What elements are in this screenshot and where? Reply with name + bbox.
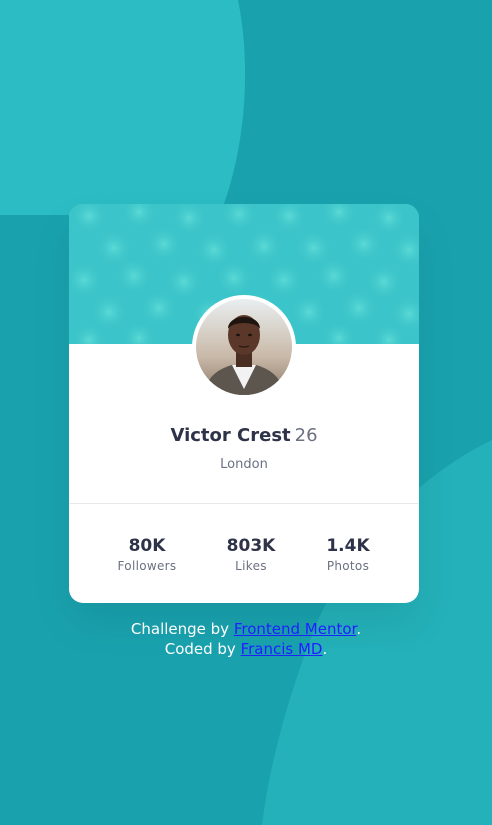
attribution-challenge-suffix: . [356,620,362,638]
attribution-coded-suffix: . [322,640,328,658]
profile-age: 26 [294,425,318,446]
stat-value: 1.4K [326,536,370,556]
author-link[interactable]: Francis MD [241,640,323,658]
profile-location: London [220,457,268,472]
stat-label: Likes [235,559,267,573]
avatar [196,299,292,395]
frontend-mentor-link[interactable]: Frontend Mentor [234,620,357,638]
stat-followers: 80K Followers [97,535,197,575]
divider [69,503,419,504]
stat-likes: 803K Likes [201,535,301,575]
attribution-coded-line: Coded by Francis MD. [0,639,492,659]
stat-photos: 1.4K Photos [298,535,398,575]
profile-card: Victor Crest 26 London 80K Followers 803K… [69,204,419,603]
stat-value: 803K [226,536,276,556]
stat-label: Followers [117,559,177,573]
attribution-coded-prefix: Coded by [164,640,241,658]
profile-photo-icon [196,299,292,395]
attribution: Challenge by Frontend Mentor. Coded by F… [0,619,492,659]
avatar-frame [192,295,296,399]
attribution-challenge-prefix: Challenge by [130,620,234,638]
stat-value: 80K [128,536,166,556]
profile-heading: Victor Crest 26 [69,425,419,447]
profile-name: Victor Crest [170,425,291,446]
stat-label: Photos [326,559,370,573]
attribution-challenge-line: Challenge by Frontend Mentor. [0,619,492,639]
